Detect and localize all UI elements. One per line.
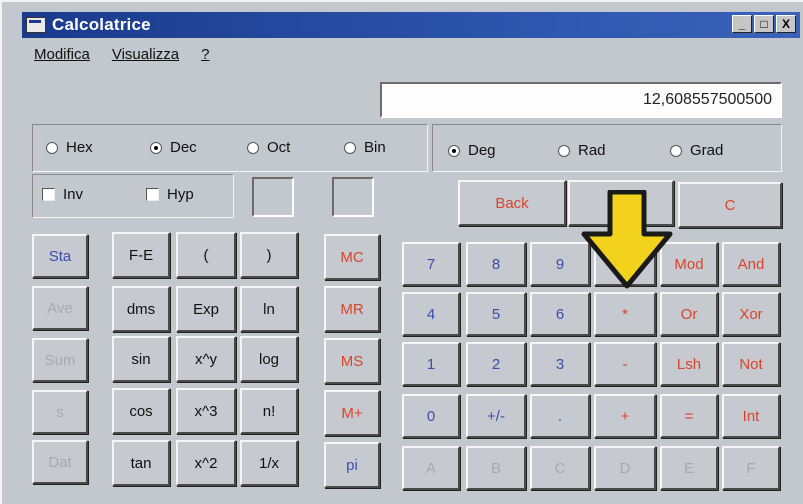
ln-button[interactable]: ln (240, 286, 298, 332)
key-0-button[interactable]: 0 (402, 394, 460, 438)
calculator-window: Calcolatrice _ □ X Modifica Visualizza ?… (0, 0, 803, 504)
radio-dot (46, 141, 58, 154)
s-button[interactable]: s (32, 390, 88, 434)
back-button[interactable]: Back (458, 180, 566, 226)
key-equals-button[interactable]: = (660, 394, 718, 438)
menu-bar: Modifica Visualizza ? (34, 46, 209, 63)
tan-button[interactable]: tan (112, 440, 170, 486)
key-c-button[interactable]: C (530, 446, 590, 490)
key-5-button[interactable]: 5 (466, 292, 526, 336)
sin-button[interactable]: sin (112, 336, 170, 382)
close-button[interactable]: X (776, 15, 796, 33)
mc-button[interactable]: MC (324, 234, 380, 280)
radio-dot-selected (150, 141, 162, 154)
key-2-button[interactable]: 2 (466, 342, 526, 386)
key-7-button[interactable]: 7 (402, 242, 460, 286)
radio-dot-selected (448, 144, 460, 157)
mr-button[interactable]: MR (324, 286, 380, 332)
result-display: 12,608557500500 (380, 82, 782, 118)
minimize-button[interactable]: _ (732, 15, 752, 33)
radio-rad[interactable]: Rad (558, 142, 606, 159)
radio-dot (247, 141, 259, 154)
parenthesis-indicator (252, 177, 294, 217)
key-d-button[interactable]: D (594, 446, 656, 490)
key-4-button[interactable]: 4 (402, 292, 460, 336)
key-subtract-button[interactable]: - (594, 342, 656, 386)
memory-indicator (332, 177, 374, 217)
x-cubed-button[interactable]: x^3 (176, 388, 236, 434)
key-a-button[interactable]: A (402, 446, 460, 490)
key-decimal-button[interactable]: . (530, 394, 590, 438)
radio-dot (670, 144, 682, 157)
menu-modifica[interactable]: Modifica (34, 46, 90, 63)
menu-help[interactable]: ? (201, 46, 209, 63)
x-pow-y-button[interactable]: x^y (176, 336, 236, 382)
title-bar: Calcolatrice _ □ X (22, 12, 800, 38)
radio-dot (558, 144, 570, 157)
key-b-button[interactable]: B (466, 446, 526, 490)
radio-oct[interactable]: Oct (247, 139, 290, 156)
key-1-button[interactable]: 1 (402, 342, 460, 386)
hyp-checkbox[interactable]: Hyp (146, 186, 194, 203)
checkbox-box (146, 188, 159, 201)
open-paren-button[interactable]: ( (176, 232, 236, 278)
key-multiply-button[interactable]: * (594, 292, 656, 336)
ms-button[interactable]: MS (324, 338, 380, 384)
key-8-button[interactable]: 8 (466, 242, 526, 286)
c-button[interactable]: C (678, 182, 782, 228)
key-lsh-button[interactable]: Lsh (660, 342, 718, 386)
checkbox-box (42, 188, 55, 201)
pi-button[interactable]: pi (324, 442, 380, 488)
maximize-button[interactable]: □ (754, 15, 774, 33)
sta-button[interactable]: Sta (32, 234, 88, 278)
key-not-button[interactable]: Not (722, 342, 780, 386)
radio-bin[interactable]: Bin (344, 139, 386, 156)
close-paren-button[interactable]: ) (240, 232, 298, 278)
radio-deg[interactable]: Deg (448, 142, 496, 159)
log-button[interactable]: log (240, 336, 298, 382)
factorial-button[interactable]: n! (240, 388, 298, 434)
key-6-button[interactable]: 6 (530, 292, 590, 336)
radio-dec[interactable]: Dec (150, 139, 197, 156)
key-int-button[interactable]: Int (722, 394, 780, 438)
radio-hex[interactable]: Hex (46, 139, 93, 156)
dat-button[interactable]: Dat (32, 440, 88, 484)
fe-button[interactable]: F-E (112, 232, 170, 278)
key-or-button[interactable]: Or (660, 292, 718, 336)
key-plus-minus-button[interactable]: +/- (466, 394, 526, 438)
menu-visualizza[interactable]: Visualizza (112, 46, 179, 63)
inv-checkbox[interactable]: Inv (42, 186, 83, 203)
x-squared-button[interactable]: x^2 (176, 440, 236, 486)
key-and-button[interactable]: And (722, 242, 780, 286)
window-title: Calcolatrice (52, 15, 151, 34)
key-e-button[interactable]: E (660, 446, 718, 490)
dms-button[interactable]: dms (112, 286, 170, 332)
key-add-button[interactable]: + (594, 394, 656, 438)
sum-button[interactable]: Sum (32, 338, 88, 382)
cos-button[interactable]: cos (112, 388, 170, 434)
radio-dot (344, 141, 356, 154)
key-3-button[interactable]: 3 (530, 342, 590, 386)
radio-grad[interactable]: Grad (670, 142, 723, 159)
calculator-app-icon (26, 17, 46, 33)
key-xor-button[interactable]: Xor (722, 292, 780, 336)
exp-button[interactable]: Exp (176, 286, 236, 332)
key-f-button[interactable]: F (722, 446, 780, 490)
m-plus-button[interactable]: M+ (324, 390, 380, 436)
ave-button[interactable]: Ave (32, 286, 88, 330)
reciprocal-button[interactable]: 1/x (240, 440, 298, 486)
yellow-down-arrow-icon (581, 190, 673, 289)
